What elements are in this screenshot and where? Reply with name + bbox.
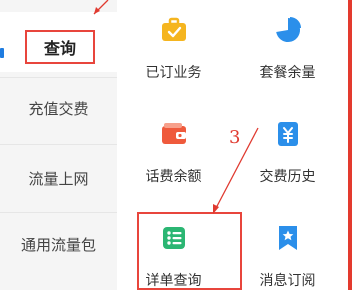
tile-label: 已订业务 <box>145 65 202 81</box>
tile-subscribed-services[interactable]: 已订业务 <box>117 0 230 96</box>
step-number-annotation: 3 <box>229 127 241 148</box>
tile-label: 套餐余量 <box>259 65 316 81</box>
bookmark-star-icon <box>278 226 297 250</box>
sidebar-item-label: 流量上网 <box>28 169 89 188</box>
tile-label: 消息订阅 <box>259 273 316 289</box>
pie-chart-icon <box>275 17 301 42</box>
divider <box>0 212 117 213</box>
wallet-icon <box>161 123 186 144</box>
sidebar-item-data-plan[interactable]: 流量上网 <box>0 148 117 208</box>
active-indicator <box>0 48 4 58</box>
tile-plan-balance[interactable]: 套餐余量 <box>231 0 344 96</box>
tile-payment-history[interactable]: 交费历史 <box>231 104 344 200</box>
sidebar-item-recharge[interactable]: 充值交费 <box>0 78 117 138</box>
red-border-bar <box>348 0 352 290</box>
sidebar-item-label: 查询 <box>25 30 95 64</box>
list-detail-icon <box>162 227 185 249</box>
tile-label: 话费余额 <box>145 169 202 185</box>
sidebar-item-query[interactable]: 查询 <box>0 12 117 72</box>
tile-phone-balance[interactable]: 话费余额 <box>117 104 230 200</box>
sidebar-item-label: 充值交费 <box>28 99 89 118</box>
category-sidebar: 查询 充值交费 流量上网 通用流量包 <box>0 0 117 290</box>
sidebar-item-label: 通用流量包 <box>20 235 96 254</box>
tile-label: 交费历史 <box>259 169 316 185</box>
briefcase-check-icon <box>161 17 186 41</box>
yuan-receipt-icon <box>277 122 298 146</box>
tile-label: 详单查询 <box>145 273 202 289</box>
right-edge-strip <box>344 0 360 290</box>
divider <box>0 144 117 145</box>
sidebar-item-general-data-pack[interactable]: 通用流量包 <box>0 214 117 274</box>
